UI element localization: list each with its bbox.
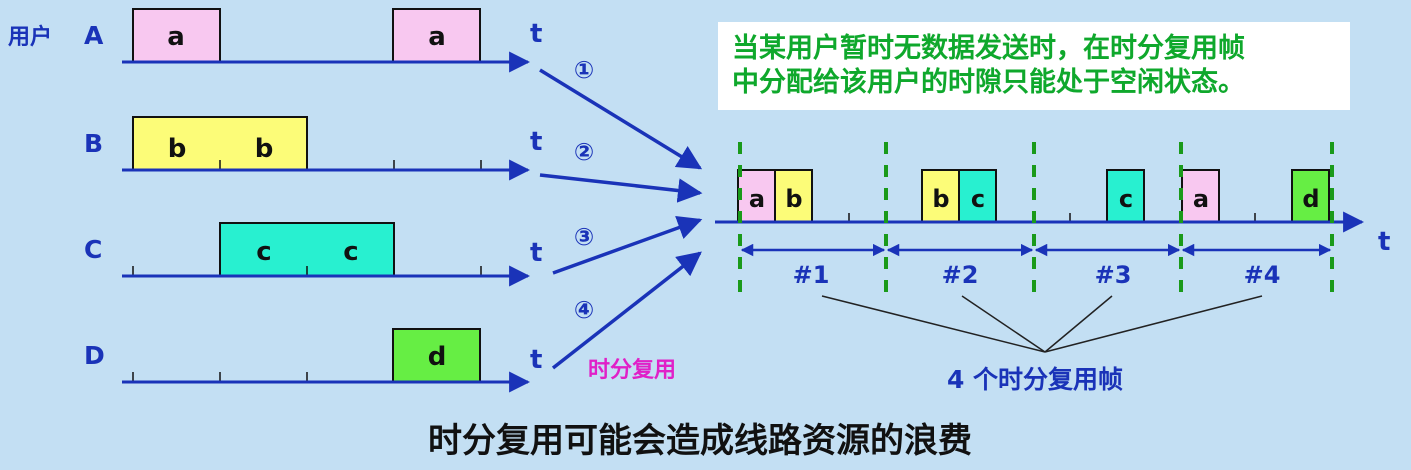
user-b-block-2-label: b bbox=[255, 134, 274, 164]
frame1-slot-a-label: a bbox=[749, 185, 765, 213]
frame4-label: #4 bbox=[1244, 261, 1281, 289]
frame3-slot-c-label: c bbox=[1119, 185, 1133, 213]
user-c-name: C bbox=[84, 235, 102, 264]
user-a-block-2-label: a bbox=[428, 22, 446, 52]
caption-pointer-1 bbox=[821, 295, 1046, 353]
user-c-block-1-label: c bbox=[256, 237, 271, 267]
user-a-t-label: t bbox=[530, 19, 542, 49]
user-timelines: 用户 A B C D a a t b b t c c t d t bbox=[8, 8, 542, 393]
page-title: 时分复用可能会造成线路资源的浪费 bbox=[428, 421, 972, 461]
frame2-slot-c-label: c bbox=[971, 185, 985, 213]
frames-caption: 4 个时分复用帧 bbox=[947, 365, 1123, 394]
mux-label: 时分复用 bbox=[588, 357, 676, 383]
mux-arrows: ① ② ③ ④ 时分复用 bbox=[539, 56, 703, 383]
channel-number-1: ① bbox=[574, 56, 594, 84]
frame4-slot-d-label: d bbox=[1302, 185, 1319, 213]
note-box: 当某用户暂时无数据发送时，在时分复用帧 中分配给该用户的时隙只能处于空闲状态。 bbox=[718, 22, 1350, 110]
user-c-block-2-label: c bbox=[343, 237, 358, 267]
mux-t-label: t bbox=[1378, 227, 1390, 257]
user-b-name: B bbox=[84, 129, 103, 158]
channel-number-4: ④ bbox=[574, 296, 594, 324]
user-a-name: A bbox=[84, 21, 104, 50]
arrow-2 bbox=[539, 173, 703, 203]
frame2-slot-b-label: b bbox=[932, 185, 949, 213]
frame1-label: #1 bbox=[793, 261, 830, 289]
user-b-t-label: t bbox=[530, 127, 542, 157]
user-d-block-label: d bbox=[428, 342, 447, 372]
users-label: 用户 bbox=[8, 24, 52, 50]
user-d-name: D bbox=[84, 341, 105, 370]
note-line-2: 中分配给该用户的时隙只能处于空闲状态。 bbox=[732, 67, 1245, 98]
frame2-label: #2 bbox=[942, 261, 979, 289]
user-b-block-1-label: b bbox=[168, 134, 187, 164]
channel-number-3: ③ bbox=[574, 223, 594, 251]
frame3-label: #3 bbox=[1095, 261, 1132, 289]
caption-pointer-2 bbox=[961, 295, 1046, 353]
user-a-block-1-label: a bbox=[167, 22, 185, 52]
note-line-1: 当某用户暂时无数据发送时，在时分复用帧 bbox=[732, 33, 1245, 64]
user-c-t-label: t bbox=[530, 238, 542, 268]
frame1-slot-b-label: b bbox=[785, 185, 802, 213]
multiplexed-line: a b b c c a d t #1 #2 #3 #4 4 个时分复用帧 bbox=[715, 142, 1390, 394]
user-d-t-label: t bbox=[530, 345, 542, 375]
arrow-1 bbox=[539, 68, 703, 170]
frame4-slot-a-label: a bbox=[1193, 185, 1209, 213]
channel-number-2: ② bbox=[574, 138, 594, 166]
